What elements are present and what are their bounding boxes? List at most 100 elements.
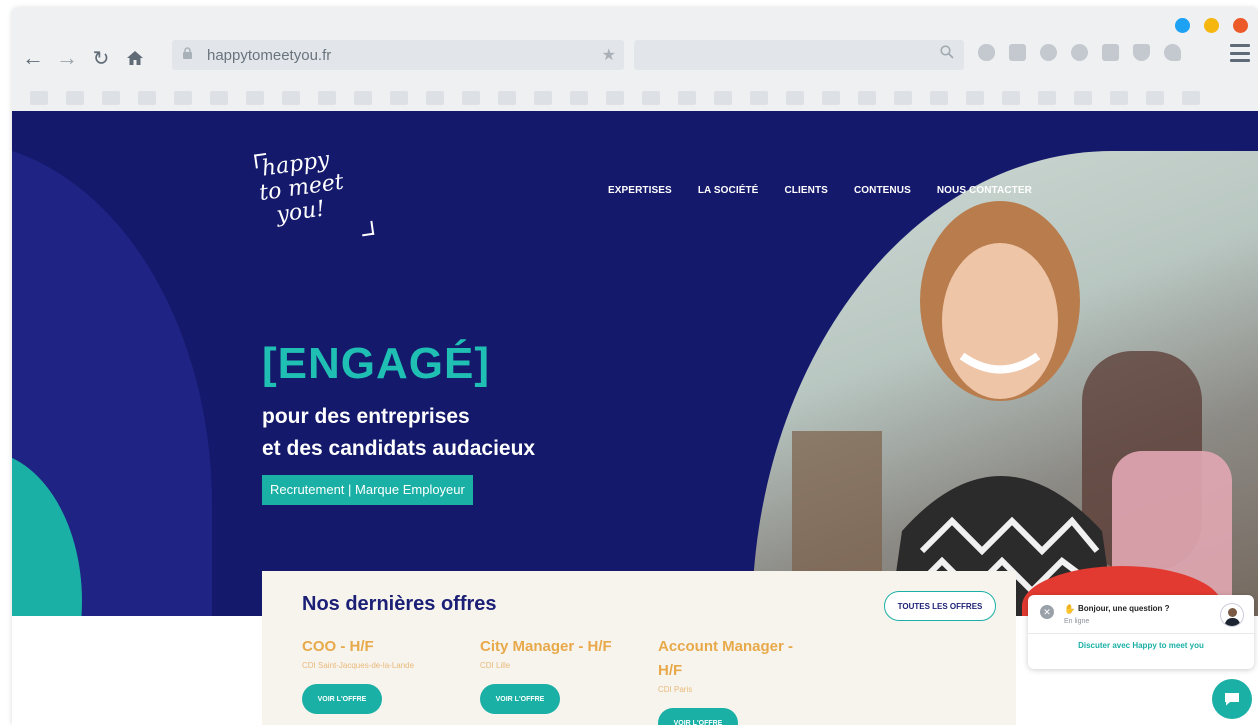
bookmark-item[interactable] [498, 91, 516, 105]
hero-tagline: [ENGAGÉ] [262, 339, 490, 388]
bookmark-item[interactable] [894, 91, 912, 105]
hamburger-menu-icon[interactable] [1230, 44, 1250, 62]
window-dot-orange[interactable] [1233, 18, 1248, 33]
bookmark-item[interactable] [1038, 91, 1056, 105]
main-navigation: EXPERTISES LA SOCIÉTÉ CLIENTS CONTENUS N… [608, 185, 1032, 196]
job-card: Account Manager - H/F CDI Paris VOIR L'O… [658, 635, 803, 725]
bookmark-item[interactable] [642, 91, 660, 105]
info-icon[interactable] [1040, 44, 1057, 61]
bookmark-item[interactable] [822, 91, 840, 105]
chat-open-button[interactable] [1212, 679, 1252, 719]
bookmark-item[interactable] [858, 91, 876, 105]
browser-toolbar: ← → ↻ happytomeetyou.fr ★ [12, 38, 1258, 78]
bookmark-item[interactable] [1182, 91, 1200, 105]
latest-offers-section: Nos dernières offres TOUTES LES OFFRES C… [262, 571, 1016, 725]
job-title[interactable]: Account Manager - H/F [658, 635, 803, 683]
nav-clients[interactable]: CLIENTS [784, 185, 827, 196]
chat-bubble-icon [1225, 693, 1239, 706]
address-bar[interactable]: happytomeetyou.fr ★ [172, 40, 624, 70]
bookmark-item[interactable] [66, 91, 84, 105]
search-icon [940, 45, 954, 63]
agent-avatar [1220, 603, 1244, 627]
bookmark-item[interactable] [678, 91, 696, 105]
camera-icon[interactable] [1009, 44, 1026, 61]
bookmark-item[interactable] [354, 91, 372, 105]
waving-hand-icon: ✋ [1064, 604, 1076, 614]
bookmark-item[interactable] [318, 91, 336, 105]
bookmark-item[interactable] [1002, 91, 1020, 105]
offers-title: Nos dernières offres [302, 593, 497, 615]
bookmark-item[interactable] [282, 91, 300, 105]
bookmark-item[interactable] [102, 91, 120, 105]
nav-contenus[interactable]: CONTENUS [854, 185, 911, 196]
view-offer-button[interactable]: VOIR L'OFFRE [302, 684, 382, 714]
bookmark-item[interactable] [786, 91, 804, 105]
shield-icon[interactable] [1133, 44, 1150, 61]
hero-subtitle: pour des entreprises et des candidats au… [262, 401, 535, 465]
bookmark-item[interactable] [390, 91, 408, 105]
close-icon[interactable]: ✕ [1040, 605, 1054, 619]
bookmark-item[interactable] [174, 91, 192, 105]
briefcase-icon[interactable] [1102, 44, 1119, 61]
bookmark-item[interactable] [750, 91, 768, 105]
search-bar[interactable] [634, 40, 964, 70]
window-controls [1175, 18, 1248, 33]
woman-illustration [792, 201, 1232, 616]
job-meta: CDI Paris [658, 685, 693, 694]
job-meta: CDI Saint-Jacques-de-la-Lande [302, 661, 415, 670]
heart-icon[interactable] [1164, 44, 1181, 61]
hero-subtitle-line-1: pour des entreprises [262, 405, 470, 428]
bookmark-item[interactable] [1110, 91, 1128, 105]
bookmark-item[interactable] [714, 91, 732, 105]
job-title[interactable]: City Manager - H/F [480, 635, 630, 659]
bookmarks-bar [12, 86, 1258, 110]
bookmark-item[interactable] [426, 91, 444, 105]
nav-nous-contacter[interactable]: NOUS CONTACTER [937, 185, 1032, 196]
job-card: City Manager - H/F CDI Lille VOIR L'OFFR… [480, 635, 630, 714]
bookmark-item[interactable] [462, 91, 480, 105]
forward-arrow-icon[interactable]: → [54, 45, 80, 71]
back-arrow-icon[interactable]: ← [20, 45, 46, 71]
bookmark-item[interactable] [30, 91, 48, 105]
bookmark-item[interactable] [210, 91, 228, 105]
hero-subtitle-line-2: et des candidats audacieux [262, 437, 536, 460]
window-dot-yellow[interactable] [1204, 18, 1219, 33]
hero-photo [752, 151, 1258, 616]
job-meta: CDI Lille [480, 661, 511, 670]
start-chat-link[interactable]: Discuter avec Happy to meet you [1028, 641, 1254, 650]
bookmark-item[interactable] [246, 91, 264, 105]
bookmark-item[interactable] [138, 91, 156, 105]
divider [1028, 633, 1254, 634]
nav-expertises[interactable]: EXPERTISES [608, 185, 672, 196]
bookmark-item[interactable] [534, 91, 552, 105]
bookmark-star-icon[interactable]: ★ [602, 45, 616, 65]
job-card: COO - H/F CDI Saint-Jacques-de-la-Lande … [302, 635, 452, 714]
nav-la-societe[interactable]: LA SOCIÉTÉ [698, 185, 759, 196]
hero-cta-button[interactable]: Recrutement | Marque Employeur [262, 475, 473, 505]
extension-icons [978, 44, 1181, 61]
reload-icon[interactable]: ↻ [88, 45, 114, 71]
web-page: happy to meet you! EXPERTISES LA SOCIÉTÉ… [12, 111, 1258, 725]
bookmark-item[interactable] [606, 91, 624, 105]
browser-window: ← → ↻ happytomeetyou.fr ★ happy to meet … [12, 8, 1258, 725]
bookmark-item[interactable] [1146, 91, 1164, 105]
bookmark-item[interactable] [966, 91, 984, 105]
chat-widget: ✕ ✋ Bonjour, une question ? En ligne Dis… [1028, 595, 1254, 669]
window-dot-blue[interactable] [1175, 18, 1190, 33]
bookmark-item[interactable] [930, 91, 948, 105]
hero-section: happy to meet you! EXPERTISES LA SOCIÉTÉ… [12, 111, 1258, 616]
all-offers-button[interactable]: TOUTES LES OFFRES [884, 591, 996, 621]
bookmark-item[interactable] [570, 91, 588, 105]
cloud-icon[interactable] [978, 44, 995, 61]
signal-icon[interactable] [1071, 44, 1088, 61]
home-icon[interactable] [122, 45, 148, 71]
url-text: happytomeetyou.fr [207, 46, 332, 64]
chat-greeting: Bonjour, une question ? [1078, 604, 1170, 613]
view-offer-button[interactable]: VOIR L'OFFRE [658, 708, 738, 725]
bookmark-item[interactable] [1074, 91, 1092, 105]
view-offer-button[interactable]: VOIR L'OFFRE [480, 684, 560, 714]
lock-icon [182, 47, 193, 63]
site-logo[interactable]: happy to meet you! [251, 144, 375, 258]
job-title[interactable]: COO - H/F [302, 635, 452, 659]
chat-status: En ligne [1064, 618, 1090, 625]
